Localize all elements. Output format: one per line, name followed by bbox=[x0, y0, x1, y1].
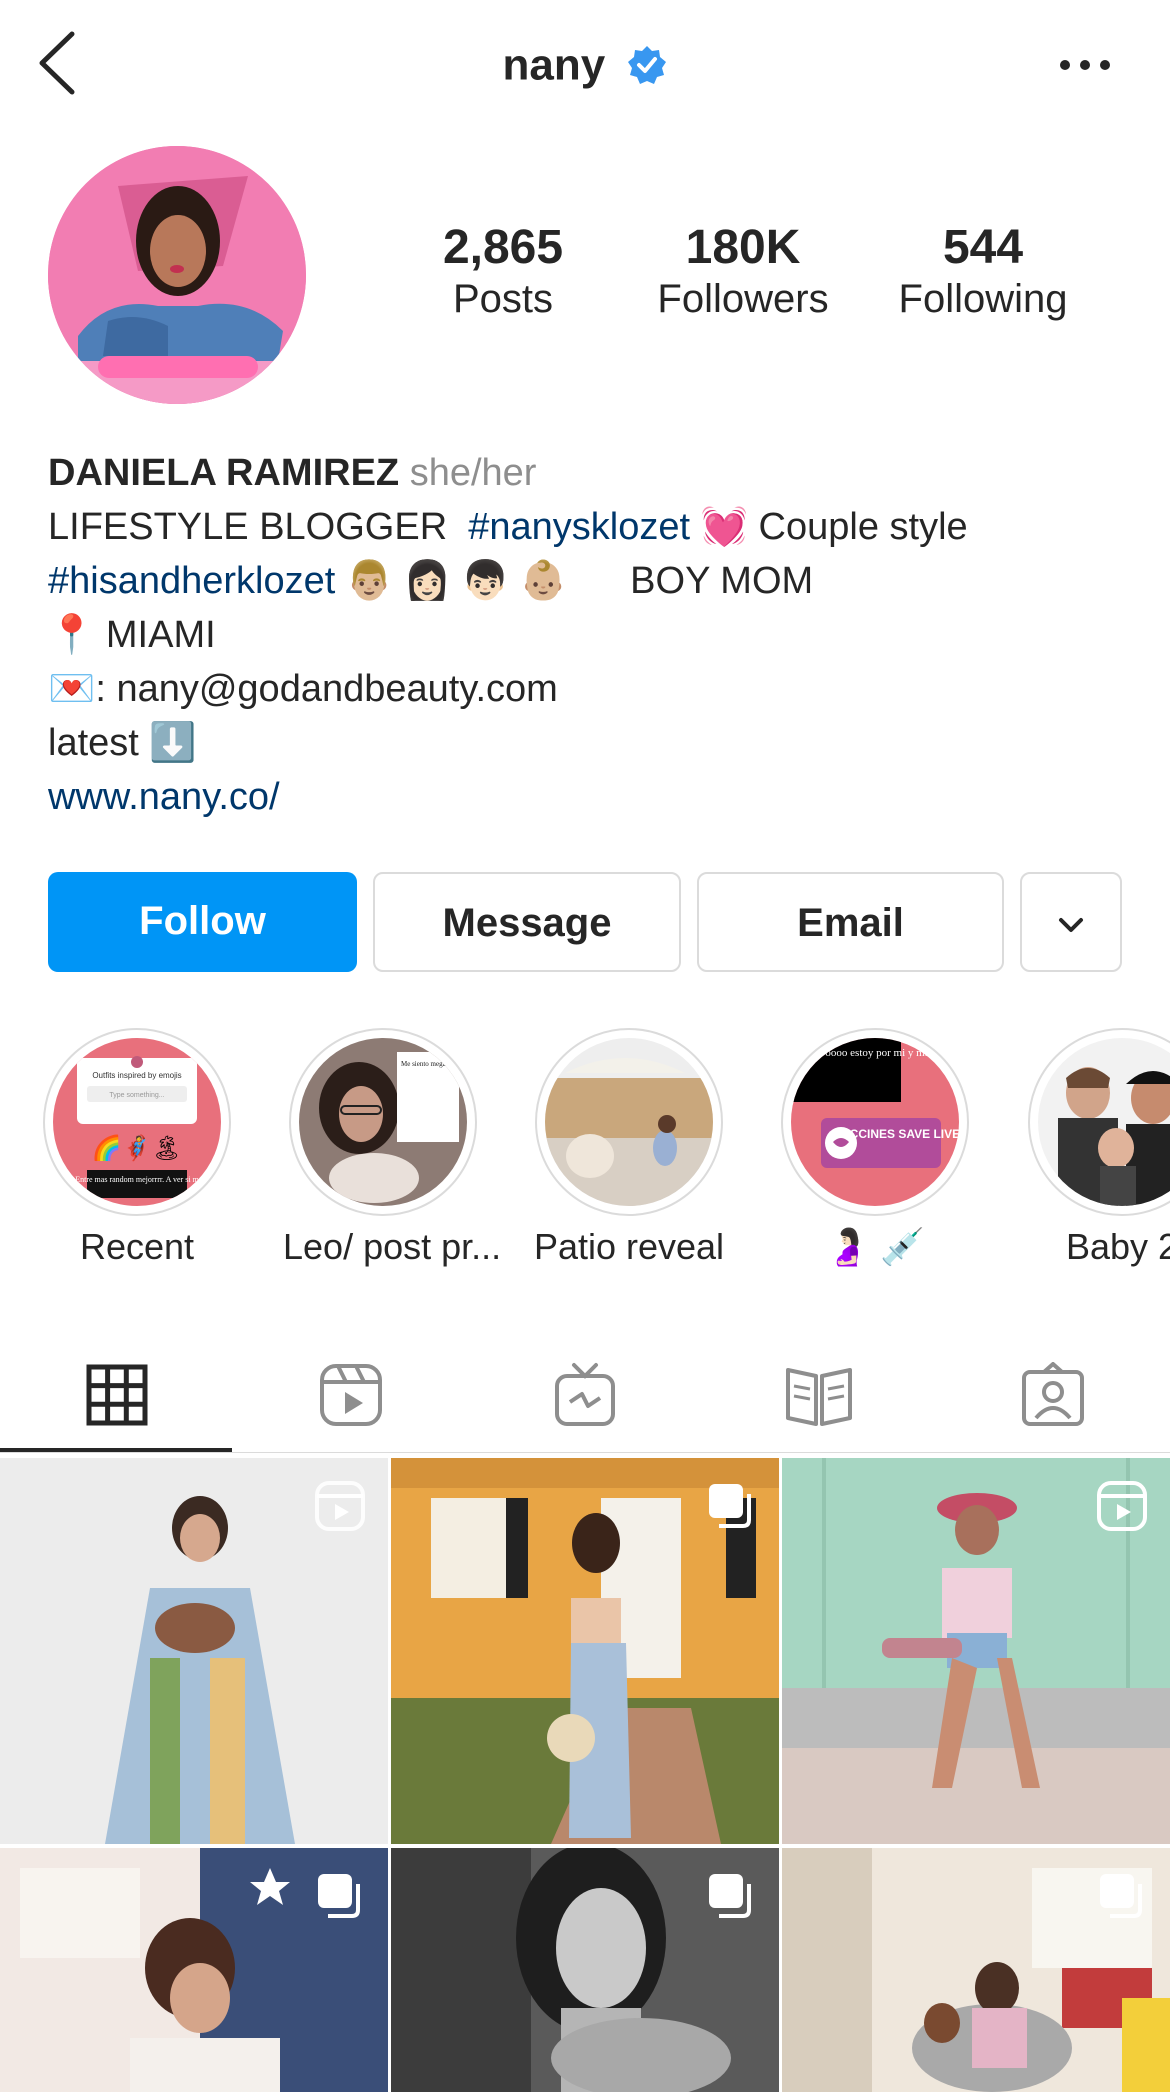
post-thumbnail[interactable] bbox=[782, 1458, 1170, 1844]
following-stat[interactable]: 544 Following bbox=[873, 221, 1093, 323]
highlight-patio-cover bbox=[545, 1038, 713, 1206]
vaccines-badge-text: VACCINES SAVE LIVES bbox=[834, 1127, 959, 1141]
username: nany bbox=[502, 40, 606, 90]
highlight-recent-title: Outfits inspired by emojis bbox=[92, 1071, 181, 1080]
bio-website-line: www.nany.co/ bbox=[48, 770, 1128, 824]
bio-line-3: 📍 MIAMI bbox=[48, 608, 1128, 662]
highlight-baby-cover bbox=[1038, 1038, 1170, 1206]
grid-icon bbox=[86, 1364, 148, 1426]
profile-bio: DANIELA RAMIREZ she/her LIFESTYLE BLOGGE… bbox=[48, 446, 1128, 824]
contact-email: : nany@godandbeauty.com bbox=[95, 668, 558, 710]
highlight-cover: Me siento mega bien GAD, voy a intentar … bbox=[299, 1038, 467, 1206]
carousel-badge-icon bbox=[709, 1484, 751, 1528]
carousel-badge-icon bbox=[1100, 1874, 1142, 1918]
highlight-cover: malas oooo estoy por mi y mi bebé ! VACC… bbox=[791, 1038, 959, 1206]
highlight-vaccine-cover: malas oooo estoy por mi y mi bebé ! VACC… bbox=[791, 1038, 959, 1206]
avatar-photo bbox=[48, 146, 306, 404]
chevron-down-icon bbox=[1059, 918, 1083, 933]
post-thumbnail[interactable] bbox=[391, 1848, 779, 2092]
tab-divider bbox=[0, 1452, 1170, 1453]
highlight-ring: Outfits inspired by emojis Type somethin… bbox=[43, 1028, 231, 1216]
bio-line-1: LIFESTYLE BLOGGER #nanysklozet 💓 Couple … bbox=[48, 500, 1128, 554]
posts-count: 2,865 bbox=[442, 221, 564, 274]
highlight-pregnancy-vaccine[interactable]: malas oooo estoy por mi y mi bebé ! VACC… bbox=[775, 1028, 975, 1268]
highlight-vaccine-text: malas oooo estoy por mi y mi bebé ! bbox=[797, 1047, 958, 1059]
highlight-ring bbox=[1028, 1028, 1170, 1216]
highlight-recent-cover: Outfits inspired by emojis Type somethin… bbox=[53, 1038, 221, 1206]
verified-badge-icon bbox=[628, 46, 667, 85]
reels-badge-icon bbox=[1097, 1481, 1147, 1531]
post-thumbnail[interactable] bbox=[0, 1848, 388, 2092]
post-thumbnail[interactable] bbox=[391, 1458, 779, 1844]
highlight-cover bbox=[1038, 1038, 1170, 1206]
location-text: MIAMI bbox=[105, 614, 216, 656]
followers-count: 180K bbox=[685, 221, 801, 274]
highlight-label: Leo/ post pr... bbox=[283, 1226, 502, 1267]
following-count: 544 bbox=[942, 221, 1024, 274]
hashtag-nanysklozet[interactable]: #nanysklozet bbox=[468, 506, 690, 548]
posts-label: Posts bbox=[452, 276, 554, 321]
tab-reels[interactable] bbox=[234, 1340, 468, 1450]
latest-text: latest bbox=[48, 722, 139, 764]
highlight-ring bbox=[535, 1028, 723, 1216]
website-link[interactable]: www.nany.co/ bbox=[48, 776, 280, 818]
highlight-baby-2[interactable]: Baby 2 bbox=[1022, 1028, 1170, 1268]
tab-grid[interactable] bbox=[0, 1340, 234, 1450]
highlight-ring: malas oooo estoy por mi y mi bebé ! VACC… bbox=[781, 1028, 969, 1216]
reels-badge-icon bbox=[315, 1481, 365, 1531]
reels-icon bbox=[320, 1364, 382, 1426]
display-name: DANIELA RAMIREZ bbox=[48, 452, 400, 494]
bio-line-4: 💌: nany@godandbeauty.com bbox=[48, 662, 1128, 716]
highlight-leo-post[interactable]: Me siento mega bien GAD, voy a intentar … bbox=[283, 1028, 502, 1268]
suggested-accounts-button[interactable] bbox=[1020, 872, 1122, 972]
carousel-badge-icon bbox=[318, 1874, 360, 1918]
highlight-recent-caption: Entre mas random mejorrrr. A ver si m bbox=[75, 1175, 199, 1184]
highlight-recent[interactable]: Outfits inspired by emojis Type somethin… bbox=[37, 1028, 237, 1268]
tab-igtv[interactable] bbox=[468, 1340, 702, 1450]
followers-stat[interactable]: 180K Followers bbox=[633, 221, 853, 323]
highlight-recent-input: Type something... bbox=[109, 1092, 164, 1099]
bio-name-line: DANIELA RAMIREZ she/her bbox=[48, 446, 1128, 500]
highlight-leo-note: Me siento mega bien GAD, voy a intentar … bbox=[401, 1060, 467, 1068]
bio-line-2-tail: BOY MOM bbox=[630, 560, 814, 602]
highlight-patio-reveal[interactable]: Patio reveal bbox=[529, 1028, 729, 1268]
bio-line-2: #hisandherklozet 👨🏼 👩🏻 👦🏻 👶🏼 BOY MOM bbox=[48, 554, 1128, 608]
profile-avatar[interactable] bbox=[48, 146, 306, 404]
post-thumbnail[interactable] bbox=[782, 1848, 1170, 2092]
heart-emoji: 💓 bbox=[700, 506, 748, 548]
family-emojis: 👨🏼 👩🏻 👦🏻 👶🏼 bbox=[345, 560, 567, 602]
tab-guides[interactable] bbox=[702, 1340, 936, 1450]
post-thumbnail[interactable] bbox=[0, 1458, 388, 1844]
more-horizontal-icon[interactable] bbox=[1055, 50, 1115, 80]
tagged-icon bbox=[1022, 1362, 1084, 1426]
posts-stat[interactable]: 2,865 Posts bbox=[393, 221, 613, 323]
guides-icon bbox=[786, 1368, 852, 1426]
hashtag-hisandherklozet[interactable]: #hisandherklozet bbox=[48, 560, 335, 602]
pronouns: she/her bbox=[409, 452, 537, 494]
highlight-leo-cover: Me siento mega bien GAD, voy a intentar … bbox=[299, 1038, 467, 1206]
email-button[interactable]: Email bbox=[697, 872, 1004, 972]
bio-line-1-tail: Couple style bbox=[758, 506, 968, 548]
highlight-cover bbox=[545, 1038, 713, 1206]
highlight-label: Recent bbox=[79, 1226, 195, 1267]
down-arrow-emoji: ⬇️ bbox=[149, 722, 197, 764]
bio-line-5: latest ⬇️ bbox=[48, 716, 1128, 770]
follow-button[interactable]: Follow bbox=[48, 872, 357, 972]
highlight-label: Baby 2 bbox=[1065, 1226, 1170, 1267]
bio-line-1-text: LIFESTYLE BLOGGER bbox=[48, 506, 448, 548]
tab-tagged[interactable] bbox=[936, 1340, 1170, 1450]
following-label: Following bbox=[898, 276, 1068, 321]
igtv-icon bbox=[555, 1363, 615, 1426]
rainbow-emoji: 🌈🦸🏝 bbox=[92, 1133, 182, 1162]
profile-username-header: nany bbox=[0, 38, 1170, 90]
carousel-badge-icon bbox=[709, 1874, 751, 1918]
highlight-cover: Outfits inspired by emojis Type somethin… bbox=[53, 1038, 221, 1206]
message-button[interactable]: Message bbox=[373, 872, 681, 972]
love-letter-emoji: 💌 bbox=[48, 668, 96, 710]
highlight-label: 🤰🏻 💉 bbox=[825, 1226, 925, 1267]
highlight-ring: Me siento mega bien GAD, voy a intentar … bbox=[289, 1028, 477, 1216]
pin-emoji: 📍 bbox=[48, 614, 96, 656]
highlight-label: Patio reveal bbox=[533, 1226, 725, 1267]
followers-label: Followers bbox=[657, 276, 829, 321]
